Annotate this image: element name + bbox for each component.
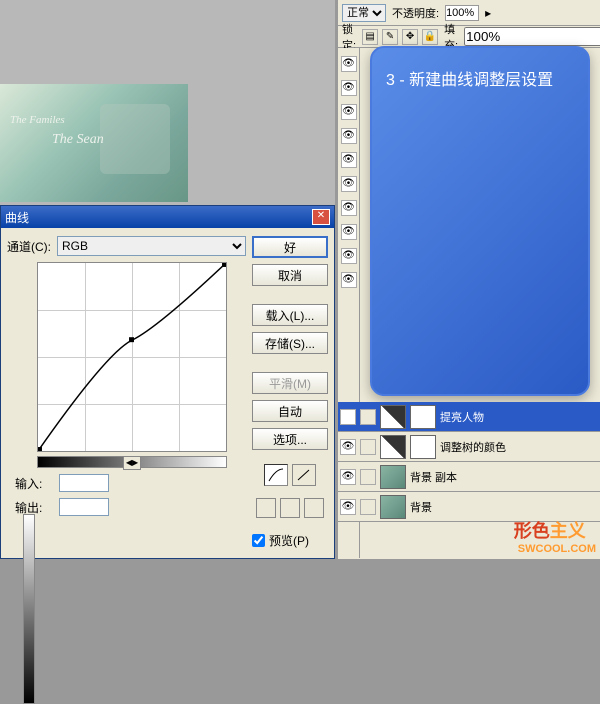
vertical-gradient (23, 514, 35, 704)
load-button[interactable]: 载入(L)... (252, 304, 328, 326)
preview-text-2: The Sean (52, 132, 104, 148)
eye-icon[interactable]: 👁 (341, 152, 357, 168)
horizontal-gradient: ◀▶ (37, 456, 227, 468)
preview-content (100, 104, 170, 174)
link-slot[interactable] (360, 439, 376, 455)
eyedropper-black-icon[interactable] (256, 498, 276, 518)
link-slot[interactable] (360, 499, 376, 515)
layer-name: 调整树的颜色 (440, 439, 598, 455)
layer-name: 背景 副本 (410, 469, 598, 485)
eye-icon[interactable]: 👁 (341, 248, 357, 264)
fill-input[interactable] (464, 27, 600, 46)
layer-mask-thumbnail[interactable] (410, 405, 436, 429)
smooth-button: 平滑(M) (252, 372, 328, 394)
curve-line (38, 263, 226, 451)
dialog-titlebar[interactable]: 曲线 ✕ (1, 206, 334, 228)
link-slot[interactable] (360, 409, 376, 425)
channel-select[interactable]: RGB (57, 236, 246, 256)
layer-name: 提亮人物 (440, 409, 598, 425)
annotation-callout: 3 - 新建曲线调整层设置 (370, 46, 590, 396)
close-button[interactable]: ✕ (312, 209, 330, 225)
gradient-toggle[interactable]: ◀▶ (123, 456, 141, 470)
layer-row[interactable]: 👁 调整树的颜色 (338, 432, 600, 462)
lock-transparency-icon[interactable]: ▤ (362, 29, 378, 45)
layer-thumbnail[interactable] (380, 495, 406, 519)
eye-icon[interactable]: 👁 (340, 439, 356, 455)
eyedropper-gray-icon[interactable] (280, 498, 300, 518)
output-field[interactable] (59, 498, 109, 516)
eye-icon[interactable]: 👁 (340, 469, 356, 485)
layer-mask-thumbnail[interactable] (410, 435, 436, 459)
opacity-label: 不透明度: (392, 5, 439, 21)
preview-checkbox[interactable] (252, 534, 265, 547)
lock-move-icon[interactable]: ✥ (402, 29, 418, 45)
eye-icon[interactable]: 👁 (341, 80, 357, 96)
layer-name: 背景 (410, 499, 598, 515)
preview-text-1: The Familes (10, 114, 65, 126)
opacity-flyout-icon[interactable]: ▸ (485, 6, 491, 20)
document-preview[interactable]: The Familes The Sean (0, 84, 188, 202)
eye-icon[interactable]: 👁 (340, 409, 356, 425)
layer-lock-row: 锁定: ▤ ✎ ✥ 🔒 填充: ▸ (338, 26, 600, 48)
pencil-tool-icon[interactable] (292, 464, 316, 486)
input-label: 输入: (15, 475, 55, 492)
auto-button[interactable]: 自动 (252, 400, 328, 422)
layer-row[interactable]: 👁 提亮人物 (338, 402, 600, 432)
ok-button[interactable]: 好 (252, 236, 328, 258)
curve-tool-icon[interactable] (264, 464, 288, 486)
eyedropper-white-icon[interactable] (304, 498, 324, 518)
eye-icon[interactable]: 👁 (341, 200, 357, 216)
lock-all-icon[interactable]: 🔒 (422, 29, 438, 45)
eye-icon[interactable]: 👁 (341, 128, 357, 144)
layer-thumbnail[interactable] (380, 435, 406, 459)
curve-graph[interactable] (37, 262, 227, 452)
preview-checkbox-label: 预览(P) (269, 532, 309, 549)
channel-label: 通道(C): (7, 238, 51, 255)
layer-blend-row: 正常 不透明度: ▸ (338, 0, 600, 26)
output-label: 输出: (15, 499, 55, 516)
eye-icon[interactable]: 👁 (341, 104, 357, 120)
eye-icon[interactable]: 👁 (341, 224, 357, 240)
input-field[interactable] (59, 474, 109, 492)
layer-thumbnail[interactable] (380, 405, 406, 429)
eye-icon[interactable]: 👁 (341, 56, 357, 72)
layer-list: 👁 提亮人物 👁 调整树的颜色 👁 背景 副本 👁 背景 (338, 402, 600, 522)
cancel-button[interactable]: 取消 (252, 264, 328, 286)
blend-mode-select[interactable]: 正常 (342, 4, 386, 22)
layer-row[interactable]: 👁 背景 副本 (338, 462, 600, 492)
lock-paint-icon[interactable]: ✎ (382, 29, 398, 45)
eye-icon[interactable]: 👁 (340, 499, 356, 515)
layer-thumbnail[interactable] (380, 465, 406, 489)
opacity-input[interactable] (445, 5, 479, 21)
eye-icon[interactable]: 👁 (341, 176, 357, 192)
watermark: 形色主义 SWCOOL.COM (514, 517, 596, 555)
dialog-title: 曲线 (5, 209, 312, 226)
save-button[interactable]: 存储(S)... (252, 332, 328, 354)
options-button[interactable]: 选项... (252, 428, 328, 450)
callout-text: 3 - 新建曲线调整层设置 (372, 48, 588, 108)
eye-icon[interactable]: 👁 (341, 272, 357, 288)
link-slot[interactable] (360, 469, 376, 485)
curves-dialog: 曲线 ✕ 通道(C): RGB (0, 205, 335, 559)
